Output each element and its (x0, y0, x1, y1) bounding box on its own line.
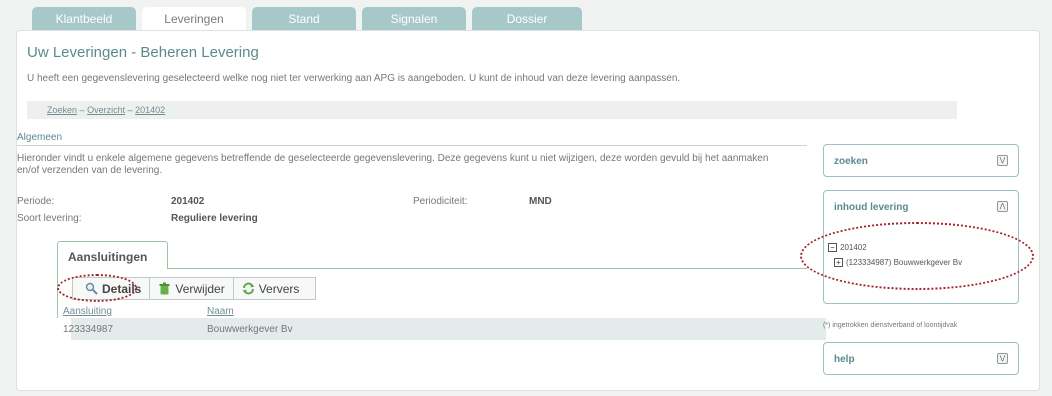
recycle-bin-icon (158, 282, 171, 295)
verwijder-button-label: Verwijder (175, 281, 225, 296)
chevron-down-icon[interactable]: ⋁ (997, 353, 1008, 364)
help-panel[interactable]: help ⋁ (823, 342, 1019, 375)
breadcrumb-separator: – (127, 105, 133, 115)
section-divider (17, 145, 807, 146)
collapse-icon[interactable]: − (828, 243, 837, 252)
periodiciteit-value: MND (529, 196, 552, 207)
page-title: Uw Leveringen - Beheren Levering (27, 44, 259, 61)
tab-border (57, 268, 58, 318)
tab-divider (167, 268, 807, 269)
breadcrumb-current[interactable]: 201402 (135, 105, 165, 115)
breadcrumb: Zoeken – Overzicht – 201402 (27, 101, 957, 119)
column-header-naam[interactable]: Naam (207, 306, 234, 317)
cell-naam: Bouwwerkgever Bv (207, 324, 293, 335)
aansluitingen-toolbar: Details Verwijder Ververs (72, 277, 316, 300)
breadcrumb-zoeken[interactable]: Zoeken (47, 105, 77, 115)
details-button[interactable]: Details (73, 278, 149, 299)
periode-label: Periode: (17, 196, 55, 207)
inhoud-levering-panel: inhoud levering ⋀ − 201402 + (123334987)… (823, 190, 1019, 304)
tab-dossier[interactable]: Dossier (472, 7, 582, 31)
periodiciteit-label: Periodiciteit: (413, 196, 468, 207)
ververs-button-label: Ververs (258, 281, 300, 296)
chevron-up-icon[interactable]: ⋀ (997, 201, 1008, 212)
chevron-down-icon[interactable]: ⋁ (997, 155, 1008, 166)
ververs-button[interactable]: Ververs (232, 278, 308, 299)
soort-levering-value: Reguliere levering (171, 213, 258, 224)
tab-stand[interactable]: Stand (252, 7, 356, 31)
section-title-algemeen: Algemeen (17, 132, 63, 143)
tree-node-root[interactable]: − 201402 (828, 243, 867, 252)
tab-leveringen[interactable]: Leveringen (142, 7, 246, 31)
cell-aansluiting: 123334987 (63, 324, 114, 335)
periode-value: 201402 (171, 196, 205, 207)
expand-icon[interactable]: + (834, 258, 843, 267)
help-header: help (834, 354, 855, 365)
column-header-aansluiting[interactable]: Aansluiting (63, 306, 112, 317)
details-button-label: Details (102, 281, 142, 296)
inhoud-levering-header: inhoud levering (834, 202, 909, 213)
zoeken-panel[interactable]: zoeken ⋁ (823, 144, 1019, 177)
content-panel: Uw Leveringen - Beheren Levering U heeft… (16, 30, 1040, 391)
magnifier-icon (85, 282, 98, 295)
verwijder-button[interactable]: Verwijder (149, 278, 232, 299)
soort-levering-label: Soort levering: (17, 213, 82, 224)
refresh-icon (242, 282, 255, 295)
zoeken-header: zoeken (834, 156, 868, 167)
main-tabs: Klantbeeld Leveringen Stand Signalen Dos… (32, 7, 582, 31)
tab-aansluitingen[interactable]: Aansluitingen (57, 241, 168, 269)
footnote: (*) ingetrokken dienstverband of loontij… (823, 322, 958, 329)
table-row[interactable]: 123334987 Bouwwerkgever Bv (63, 318, 826, 340)
intro-text: U heeft een gegevenslevering geselecteer… (27, 73, 681, 84)
tree-node-child[interactable]: + (123334987) Bouwwerkgever Bv (834, 258, 962, 267)
tab-klantbeeld[interactable]: Klantbeeld (32, 7, 136, 31)
tree-node-child-label: (123334987) Bouwwerkgever Bv (846, 258, 963, 267)
breadcrumb-separator: – (79, 105, 85, 115)
tree-node-root-label: 201402 (840, 243, 867, 252)
breadcrumb-overzicht[interactable]: Overzicht (87, 105, 125, 115)
section-description: Hieronder vindt u enkele algemene gegeve… (17, 153, 769, 176)
tab-signalen[interactable]: Signalen (362, 7, 466, 31)
